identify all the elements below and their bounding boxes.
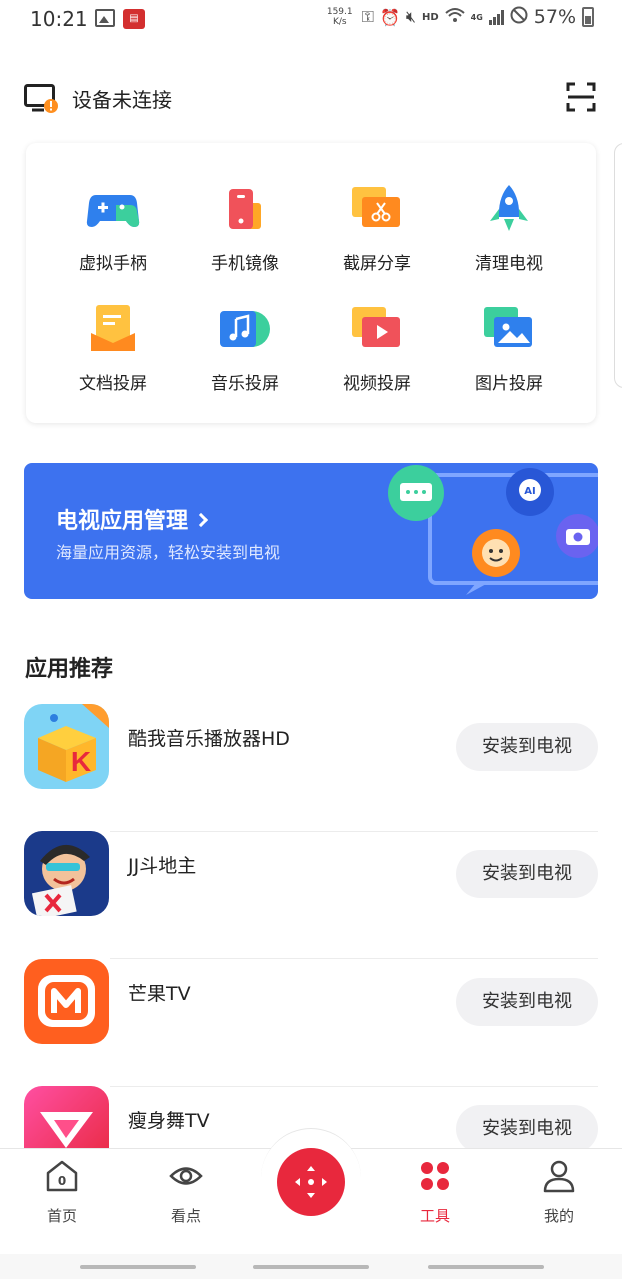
mango-tv-app-icon [24, 959, 109, 1044]
video-icon [350, 303, 404, 357]
net-speed-unit: K/s [332, 17, 347, 27]
app-notification-icon: ▤ [123, 9, 145, 29]
app-name: JJ斗地主 [128, 855, 197, 877]
tool-label: 音乐投屏 [211, 374, 279, 394]
tv-disconnected-icon[interactable] [24, 84, 60, 114]
scan-icon[interactable] [566, 82, 596, 112]
install-to-tv-button[interactable]: 安装到电视 [456, 1105, 598, 1153]
nav-label-home: 首页 [46, 1207, 77, 1225]
gamepad-icon [86, 183, 140, 237]
hd-voice-indicator: HD [421, 11, 439, 23]
section-title-recommend: 应用推荐 [25, 657, 114, 682]
app-name: 酷我音乐播放器HD [128, 728, 290, 750]
app-row-jj-doudizhu[interactable]: JJ斗地主 安装到电视 [24, 831, 598, 959]
wifi-icon [444, 7, 465, 27]
svg-text:K: K [71, 746, 91, 777]
remote-dpad-icon [295, 1166, 327, 1198]
next-card-peek [614, 143, 622, 388]
system-gesture-bar [0, 1254, 622, 1279]
phone-mirror-icon [218, 183, 272, 237]
signal-icon [488, 9, 504, 25]
screenshot-share-icon [350, 183, 404, 237]
tool-document-cast[interactable]: 文档投屏 [47, 303, 179, 413]
picture-icon [482, 303, 536, 357]
mute-icon: 🔇︎ [405, 7, 416, 26]
document-icon [86, 303, 140, 357]
nav-home[interactable]: 0 首页 [22, 1159, 102, 1226]
remote-control-button[interactable] [277, 1148, 345, 1216]
person-icon [542, 1159, 576, 1193]
app-name: 瘦身舞TV [128, 1110, 210, 1132]
status-right-icons: 159.1 K/s ⚿ ⏰ 🔇︎ HD 4G 57% [324, 6, 594, 28]
tools-grid-icon [418, 1159, 452, 1193]
app-row-mango-tv[interactable]: 芒果TV 安装到电视 [24, 959, 598, 1087]
device-connection-bar: 设备未连接 [24, 80, 598, 116]
banner-title-text: 电视应用管理 [56, 509, 189, 534]
nav-mine[interactable]: 我的 [519, 1159, 599, 1226]
status-bar: 10:21 ▤ 159.1 K/s ⚿ ⏰ 🔇︎ HD 4G 57% [0, 0, 622, 40]
status-time: 10:21 [30, 7, 88, 31]
jj-doudizhu-app-icon [24, 831, 109, 916]
install-to-tv-button[interactable]: 安装到电视 [456, 978, 598, 1026]
chevron-right-icon [193, 512, 209, 528]
install-to-tv-button[interactable]: 安装到电视 [456, 850, 598, 898]
status-left-icons: ▤ [95, 9, 145, 29]
banner-title: 电视应用管理 [56, 503, 209, 535]
tv-app-manager-banner[interactable]: 电视应用管理 海量应用资源，轻松安装到电视 AI [24, 463, 598, 599]
rocket-icon [482, 183, 536, 237]
banner-illustration: AI [388, 465, 598, 595]
tool-video-cast[interactable]: 视频投屏 [311, 303, 443, 413]
tool-virtual-gamepad[interactable]: 虚拟手柄 [47, 183, 179, 293]
tool-label: 清理电视 [475, 254, 543, 274]
tool-label: 视频投屏 [343, 374, 411, 394]
net-speed-value: 159.1 [326, 7, 353, 17]
gesture-back[interactable] [428, 1265, 544, 1269]
gesture-home[interactable] [253, 1265, 369, 1269]
gesture-recent[interactable] [80, 1265, 196, 1269]
no-disturb-icon [510, 6, 528, 28]
net-speed: 159.1 K/s [324, 7, 356, 27]
banner-subtitle: 海量应用资源，轻松安装到电视 [56, 543, 281, 562]
network-type: 4G [470, 12, 483, 22]
battery-icon [582, 7, 594, 27]
nav-label-watch: 看点 [170, 1207, 201, 1225]
battery-percent: 57% [533, 6, 576, 28]
kuwo-music-app-icon: K [24, 704, 109, 789]
tool-label: 文档投屏 [79, 374, 147, 394]
app-name: 芒果TV [128, 983, 191, 1005]
app-row-kuwo[interactable]: K 酷我音乐播放器HD 安装到电视 [24, 704, 598, 832]
nav-watch[interactable]: 看点 [146, 1159, 226, 1226]
music-icon [218, 303, 272, 357]
ai-badge: AI [524, 486, 535, 497]
tool-screenshot-share[interactable]: 截屏分享 [311, 183, 443, 293]
install-to-tv-button[interactable]: 安装到电视 [456, 723, 598, 771]
gallery-notification-icon [95, 9, 115, 27]
nav-tools[interactable]: 工具 [395, 1159, 475, 1226]
home-icon: 0 [45, 1159, 79, 1193]
home-badge: 0 [58, 1174, 66, 1188]
tool-picture-cast[interactable]: 图片投屏 [443, 303, 575, 413]
device-status-text[interactable]: 设备未连接 [72, 84, 172, 113]
tool-label: 手机镜像 [211, 254, 279, 274]
tool-label: 图片投屏 [475, 374, 543, 394]
nav-label-tools: 工具 [419, 1207, 450, 1225]
alarm-icon: ⏰ [379, 7, 400, 27]
tool-phone-mirror[interactable]: 手机镜像 [179, 183, 311, 293]
tool-label: 虚拟手柄 [79, 254, 147, 274]
eye-icon [169, 1159, 203, 1193]
tool-label: 截屏分享 [343, 254, 411, 274]
nav-label-mine: 我的 [543, 1207, 574, 1225]
tool-clean-tv[interactable]: 清理电视 [443, 183, 575, 293]
tool-music-cast[interactable]: 音乐投屏 [179, 303, 311, 413]
key-icon: ⚿ [361, 7, 374, 26]
tools-grid: 虚拟手柄 手机镜像 截屏分享 清理电视 文档投屏 音乐投屏 视频投屏 图片投屏 [26, 143, 596, 423]
